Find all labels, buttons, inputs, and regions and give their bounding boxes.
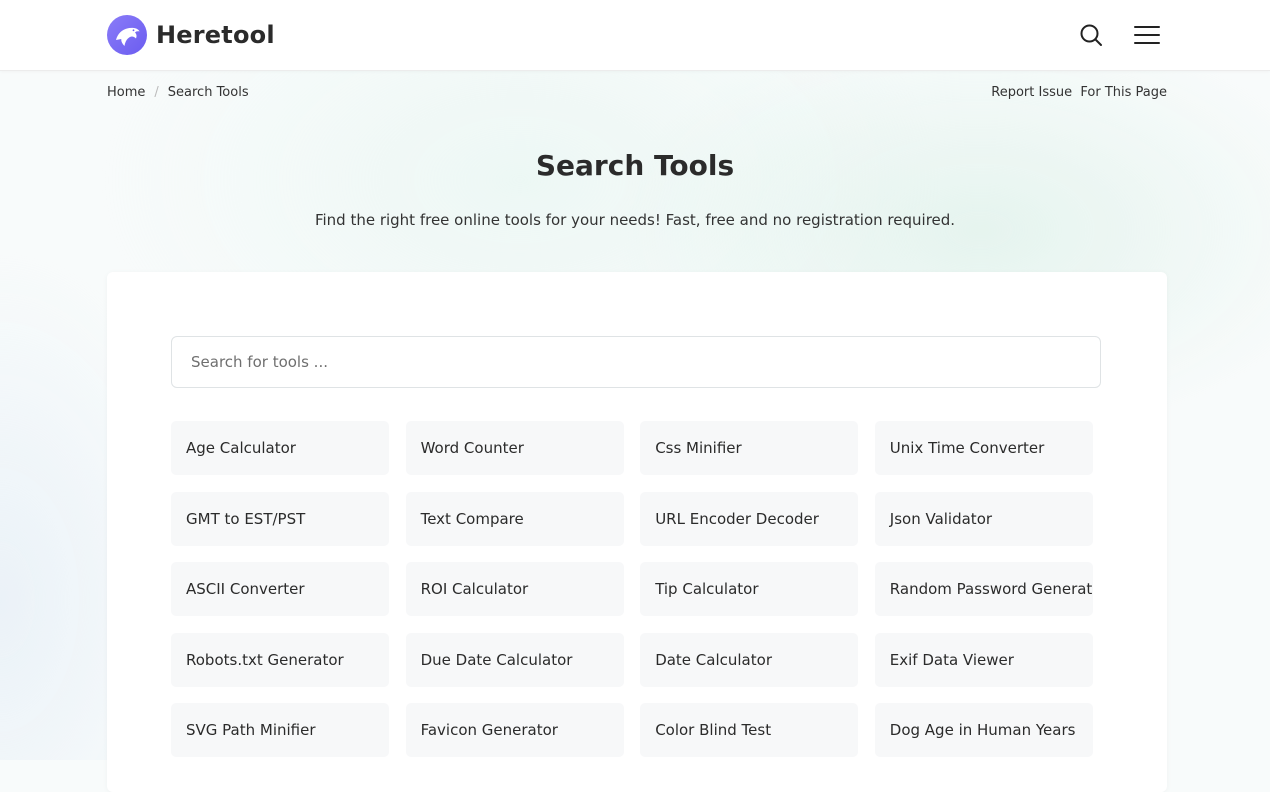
breadcrumb-separator: / xyxy=(154,85,159,100)
tool-card[interactable]: Favicon Generator xyxy=(405,703,624,757)
dolphin-icon xyxy=(107,15,147,55)
tool-card[interactable]: Css Minifier xyxy=(640,421,859,475)
tool-card[interactable]: GMT to EST/PST xyxy=(171,491,389,546)
hamburger-menu-icon[interactable] xyxy=(1133,22,1161,48)
top-navbar: Heretool xyxy=(0,0,1270,71)
tool-card[interactable]: Text Compare xyxy=(405,491,624,546)
tools-panel: Age Calculator Word Counter Css Minifier… xyxy=(107,272,1167,792)
tools-grid: Age Calculator Word Counter Css Minifier… xyxy=(171,421,1103,757)
tool-card[interactable]: Dog Age in Human Years xyxy=(874,703,1093,757)
tool-card[interactable]: Age Calculator xyxy=(171,421,389,475)
tool-card[interactable]: URL Encoder Decoder xyxy=(640,491,859,546)
tool-card[interactable]: Color Blind Test xyxy=(640,703,859,757)
page-title: Search Tools xyxy=(535,149,735,182)
tool-search-input[interactable] xyxy=(171,336,1101,388)
logo-link[interactable]: Heretool xyxy=(107,15,275,55)
tool-card[interactable]: Random Password Generator xyxy=(874,562,1093,616)
tool-card[interactable]: Exif Data Viewer xyxy=(874,632,1093,687)
breadcrumb: Home / Search Tools xyxy=(107,85,249,100)
tool-card[interactable]: Json Validator xyxy=(874,491,1093,546)
breadcrumb-current: Search Tools xyxy=(167,85,249,100)
tool-card[interactable]: Robots.txt Generator xyxy=(171,632,389,687)
tool-card[interactable]: SVG Path Minifier xyxy=(171,703,389,757)
tool-card[interactable]: Word Counter xyxy=(405,421,624,475)
breadcrumb-home-link[interactable]: Home xyxy=(107,85,145,100)
tool-card[interactable]: Date Calculator xyxy=(640,632,859,687)
tool-card[interactable]: Unix Time Converter xyxy=(874,421,1093,475)
tool-card[interactable]: ASCII Converter xyxy=(171,562,389,616)
page-subtitle: Find the right free online tools for you… xyxy=(314,211,956,229)
report-issue-link[interactable]: Report Issue For This Page xyxy=(991,85,1167,100)
search-icon[interactable] xyxy=(1078,22,1104,48)
tool-card[interactable]: ROI Calculator xyxy=(405,562,624,616)
logo-text: Heretool xyxy=(156,21,275,49)
tool-card[interactable]: Due Date Calculator xyxy=(405,632,624,687)
tool-card[interactable]: Tip Calculator xyxy=(640,562,859,616)
